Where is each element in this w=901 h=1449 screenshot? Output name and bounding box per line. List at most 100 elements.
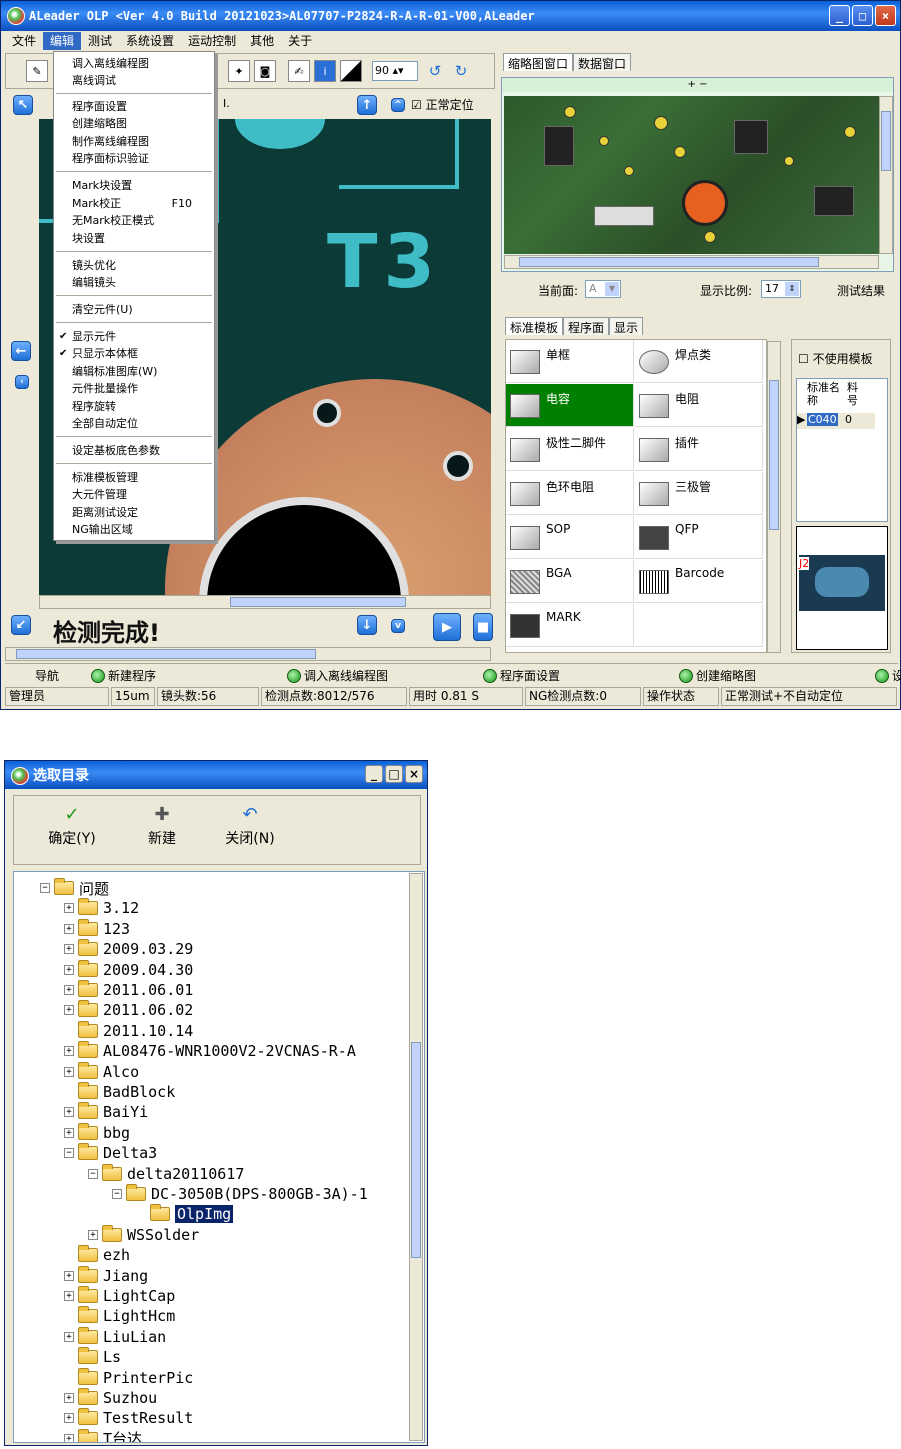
- menu-item-offline-debug[interactable]: 离线调试: [54, 72, 214, 89]
- small-arrow-left-icon[interactable]: ‹: [15, 375, 29, 389]
- expand-toggle-icon[interactable]: +: [64, 964, 74, 975]
- tab-thumbnail-window[interactable]: 缩略图窗口: [503, 53, 574, 71]
- template-solder-joint[interactable]: 焊点类: [635, 340, 763, 383]
- tree-node[interactable]: + BaiYi: [64, 1102, 148, 1122]
- menu-test[interactable]: 测试: [81, 32, 119, 50]
- tab-data-window[interactable]: 数据窗口: [573, 53, 632, 71]
- menu-item-create-thumbnail[interactable]: 创建缩略图: [54, 115, 214, 132]
- arrow-up-left-icon[interactable]: ↖: [13, 95, 33, 115]
- expand-toggle-icon[interactable]: +: [88, 1229, 98, 1240]
- tree-node[interactable]: +2009.03.29: [64, 939, 193, 959]
- menu-item-body-box-only[interactable]: ✔ 只显示本体框: [54, 345, 214, 362]
- nav-new-program[interactable]: 新建程序: [91, 667, 156, 684]
- close-button[interactable]: ×: [875, 5, 896, 26]
- menu-item-template-management[interactable]: 标准模板管理: [54, 469, 214, 486]
- dialog-minimize-button[interactable]: _: [365, 765, 383, 783]
- tree-node[interactable]: + bbg: [64, 1122, 130, 1143]
- stop-icon[interactable]: ■: [473, 613, 493, 641]
- menu-item-block-settings[interactable]: 块设置: [54, 230, 214, 247]
- collapse-toggle-icon[interactable]: −: [88, 1168, 98, 1179]
- play-icon[interactable]: ▶: [433, 613, 461, 641]
- arrow-up-icon[interactable]: ↑: [357, 95, 377, 115]
- nav-settings[interactable]: 设: [875, 667, 901, 684]
- menu-item-mark-block-settings[interactable]: Mark块设置: [54, 177, 214, 194]
- template-barcode[interactable]: Barcode: [635, 560, 763, 603]
- tree-node[interactable]: − 问题: [40, 878, 109, 898]
- tab-standard-template[interactable]: 标准模板: [505, 317, 564, 335]
- rotate-ccw-icon[interactable]: ↺: [424, 60, 446, 82]
- tree-node[interactable]: +3.12: [64, 898, 139, 918]
- menu-item-rotate-program[interactable]: 程序旋转: [54, 398, 214, 415]
- template-bga[interactable]: BGA: [506, 560, 634, 603]
- small-arrow-up-icon[interactable]: ^: [391, 98, 405, 112]
- template-capacitor[interactable]: 电容: [506, 384, 634, 427]
- template-color-ring-resistor[interactable]: 色环电阻: [506, 472, 634, 515]
- tree-node[interactable]: OlpImg: [136, 1204, 234, 1224]
- tree-node[interactable]: + Suzhou: [64, 1388, 157, 1408]
- menu-item-mark-calibrate[interactable]: Mark校正 F10: [54, 195, 214, 212]
- table-row[interactable]: ▶ C040 0: [797, 413, 875, 429]
- menu-item-clear-components[interactable]: 清空元件(U): [54, 301, 214, 318]
- tree-node[interactable]: + TestResult: [64, 1408, 193, 1428]
- pcb-thumbnail-image[interactable]: [504, 96, 879, 254]
- note-edit-icon[interactable]: ✍: [288, 60, 310, 82]
- collapse-toggle-icon[interactable]: −: [112, 1189, 122, 1199]
- template-polar-two-pin[interactable]: 极性二脚件: [506, 428, 634, 471]
- template-vertical-scrollbar[interactable]: [767, 341, 781, 653]
- menu-item-verify-side-mark[interactable]: 程序面标识验证: [54, 150, 214, 167]
- menu-item-edit-standard-library[interactable]: 编辑标准图库(W): [54, 363, 214, 380]
- image-horizontal-scrollbar[interactable]: [39, 595, 491, 609]
- menu-edit[interactable]: 编辑: [43, 32, 82, 50]
- maximize-button[interactable]: □: [852, 5, 873, 26]
- main-horizontal-scrollbar[interactable]: [5, 647, 491, 661]
- tree-node[interactable]: LightHcm: [64, 1306, 175, 1326]
- menu-system-settings[interactable]: 系统设置: [119, 32, 181, 50]
- tab-program-side[interactable]: 程序面: [563, 317, 610, 335]
- expand-toggle-icon[interactable]: +: [64, 1393, 74, 1403]
- current-side-select[interactable]: A ▼: [585, 280, 621, 298]
- thumbnail-vertical-scrollbar[interactable]: [879, 96, 893, 254]
- arrow-down-icon[interactable]: ↓: [357, 615, 377, 635]
- expand-toggle-icon[interactable]: +: [64, 944, 74, 955]
- menu-item-lens-optimize[interactable]: 镜头优化: [54, 257, 214, 274]
- test-result-button[interactable]: 测试结果: [837, 282, 885, 299]
- confirm-button[interactable]: ✓ 确定(Y): [36, 804, 108, 848]
- small-arrow-down-icon[interactable]: v: [391, 619, 405, 633]
- tree-node[interactable]: BadBlock: [64, 1082, 175, 1102]
- rotate-cw-icon[interactable]: ↻: [450, 60, 472, 82]
- thumbnail-zoom-bar[interactable]: + −: [502, 78, 893, 92]
- nav-create-thumbnail[interactable]: 创建缩略图: [679, 667, 756, 684]
- tree-node[interactable]: + Alco: [64, 1061, 139, 1082]
- tree-vertical-scrollbar[interactable]: [409, 873, 423, 1441]
- template-qfp[interactable]: QFP: [635, 516, 763, 559]
- expand-toggle-icon[interactable]: +: [64, 1331, 74, 1342]
- tree-node[interactable]: +2011.06.02: [64, 1000, 193, 1020]
- tree-node[interactable]: + T台达: [64, 1428, 142, 1442]
- expand-toggle-icon[interactable]: +: [64, 1046, 74, 1057]
- expand-toggle-icon[interactable]: +: [64, 1291, 74, 1301]
- expand-toggle-icon[interactable]: +: [64, 1107, 74, 1118]
- camera-icon[interactable]: ◙: [254, 60, 276, 82]
- normal-locate-checkbox[interactable]: ☑ 正常定位: [411, 96, 474, 113]
- menu-item-edit-lens[interactable]: 编辑镜头: [54, 274, 214, 291]
- no-template-checkbox[interactable]: ☐ 不使用模板: [798, 350, 873, 367]
- tree-node[interactable]: − DC-3050B(DPS-800GB-3A)-1: [112, 1184, 368, 1204]
- tree-node[interactable]: 2011.10.14: [64, 1020, 193, 1041]
- tree-node[interactable]: + LightCap: [64, 1286, 175, 1306]
- template-plugin[interactable]: 插件: [635, 428, 763, 471]
- menu-about[interactable]: 关于: [281, 32, 319, 50]
- arrow-down-left-icon[interactable]: ↙: [11, 615, 31, 635]
- collapse-toggle-icon[interactable]: −: [40, 883, 50, 893]
- arrow-left-icon[interactable]: ←: [11, 341, 31, 361]
- template-mark[interactable]: MARK: [506, 604, 634, 647]
- thumbnail-horizontal-scrollbar[interactable]: [504, 255, 879, 269]
- minimize-button[interactable]: _: [829, 5, 850, 26]
- tree-node[interactable]: Ls: [64, 1347, 121, 1367]
- scale-stepper[interactable]: 17 ⇕: [761, 280, 801, 298]
- close-dialog-button[interactable]: ↶ 关闭(N): [214, 804, 286, 848]
- template-single-box[interactable]: 单框: [506, 340, 634, 383]
- menu-file[interactable]: 文件: [5, 32, 43, 50]
- expand-toggle-icon[interactable]: +: [64, 1005, 74, 1016]
- nav-import-offline-image[interactable]: 调入离线编程图: [287, 667, 388, 684]
- menu-item-auto-locate-all[interactable]: 全部自动定位: [54, 415, 214, 432]
